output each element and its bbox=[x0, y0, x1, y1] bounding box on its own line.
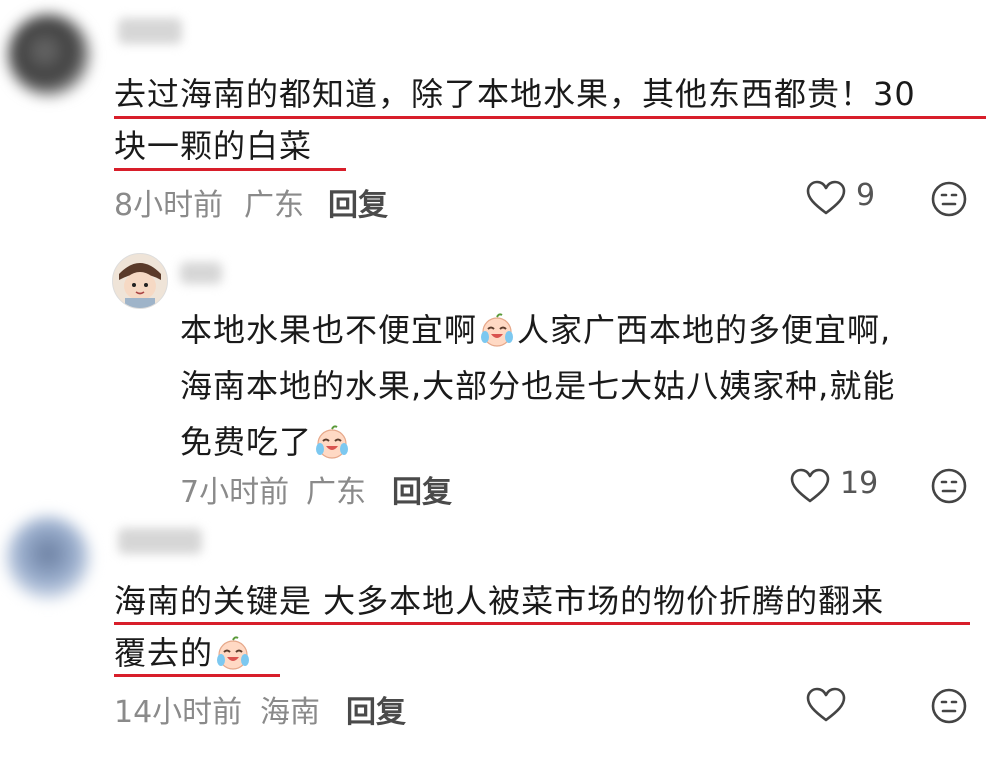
avatar[interactable] bbox=[112, 253, 168, 309]
username[interactable] bbox=[180, 262, 222, 284]
highlight-underline bbox=[114, 622, 970, 625]
like-button[interactable]: 19 bbox=[790, 466, 900, 506]
username[interactable] bbox=[118, 528, 202, 554]
crying-laughing-emoji-icon bbox=[481, 313, 514, 347]
like-button[interactable] bbox=[806, 685, 896, 725]
reply-location: 广东 bbox=[306, 475, 366, 510]
comment-text: 海南的关键是 大多本地人被菜市场的物价折腾的翻来 覆去的 bbox=[114, 582, 885, 672]
reply-text: 本地水果也不便宜啊 人家广西本地的多便宜啊, 海南本地的水果,大部分也是七大姑八… bbox=[180, 311, 896, 461]
like-count: 19 bbox=[840, 466, 879, 501]
reply-button[interactable]: 回复 bbox=[392, 467, 452, 511]
smiley-face-icon[interactable] bbox=[930, 180, 968, 218]
reply-button[interactable]: 回复 bbox=[328, 180, 388, 224]
username[interactable] bbox=[118, 18, 182, 44]
highlight-underline bbox=[114, 168, 346, 171]
like-button[interactable]: 9 bbox=[806, 178, 896, 218]
comment-text: 去过海南的都知道，除了本地水果，其他东西都贵！30 块一颗的白菜 bbox=[114, 75, 916, 165]
comment-location: 广东 bbox=[244, 188, 304, 223]
cartoon-avatar-icon bbox=[113, 254, 167, 308]
crying-laughing-emoji-icon bbox=[316, 425, 349, 459]
smiley-face-icon[interactable] bbox=[930, 687, 968, 725]
comment-location: 海南 bbox=[260, 695, 320, 730]
heart-outline-icon bbox=[806, 180, 846, 215]
highlight-underline bbox=[114, 116, 986, 119]
like-count: 9 bbox=[856, 178, 876, 213]
highlight-underline bbox=[114, 674, 280, 677]
crying-laughing-emoji-icon bbox=[217, 636, 250, 670]
heart-outline-icon bbox=[806, 687, 846, 722]
reply-button[interactable]: 回复 bbox=[346, 687, 406, 731]
heart-outline-icon bbox=[790, 468, 830, 503]
comment-time: 8小时前 bbox=[114, 188, 224, 223]
reply-time: 7小时前 bbox=[180, 475, 290, 510]
smiley-face-icon[interactable] bbox=[930, 467, 968, 505]
comment-time: 14小时前 bbox=[114, 695, 243, 730]
avatar[interactable] bbox=[6, 516, 90, 600]
avatar[interactable] bbox=[8, 14, 90, 96]
